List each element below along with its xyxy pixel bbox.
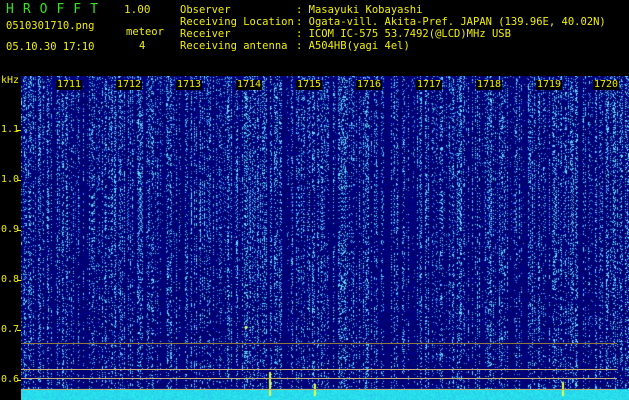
observer-label: Observer: [180, 4, 231, 16]
spectrogram-canvas: [21, 76, 629, 400]
time-tick-label: 1713: [176, 79, 203, 90]
meteor-count: 4: [139, 40, 146, 52]
y-tick-mark: [17, 180, 21, 181]
antenna-label: Receiving antenna: [180, 40, 288, 52]
reference-line: [21, 389, 617, 390]
filename-label: 0510301710.png: [6, 20, 95, 32]
spectrogram-panel: [21, 76, 629, 400]
reference-line: [21, 343, 617, 344]
antenna-value: : A504HB(yagi 4el): [296, 40, 410, 52]
time-tick-label: 1714: [236, 79, 263, 90]
datetime-label: 05.10.30 17:10: [6, 41, 95, 53]
version-label: 1.00: [124, 3, 151, 16]
y-tick-mark: [17, 280, 21, 281]
meteor-label: meteor: [126, 26, 164, 38]
location-value: : Ogata-vill. Akita-Pref. JAPAN (139.96E…: [296, 16, 606, 28]
receiver-label: Receiver: [180, 28, 231, 40]
time-tick-label: 1717: [416, 79, 443, 90]
time-tick-label: 1716: [356, 79, 383, 90]
y-tick-mark: [17, 330, 21, 331]
y-tick-mark: [17, 230, 21, 231]
time-tick-label: 1715: [296, 79, 323, 90]
reference-line: [21, 369, 617, 370]
time-tick-label: 1712: [116, 79, 143, 90]
time-tick-label: 1711: [56, 79, 83, 90]
frequency-unit-label: kHz: [1, 75, 20, 86]
receiver-value: : ICOM IC-575 53.7492(@LCD)MHz USB: [296, 28, 511, 40]
time-tick-label: 1718: [476, 79, 503, 90]
time-tick-label: 1719: [536, 79, 563, 90]
location-label: Receiving Location: [180, 16, 294, 28]
y-tick-mark: [17, 130, 21, 131]
time-tick-label: 1720: [593, 79, 620, 90]
app-title: HROFFT: [6, 2, 107, 17]
reference-line: [21, 378, 617, 379]
observer-value: : Masayuki Kobayashi: [296, 4, 423, 16]
y-tick-mark: [17, 380, 21, 381]
